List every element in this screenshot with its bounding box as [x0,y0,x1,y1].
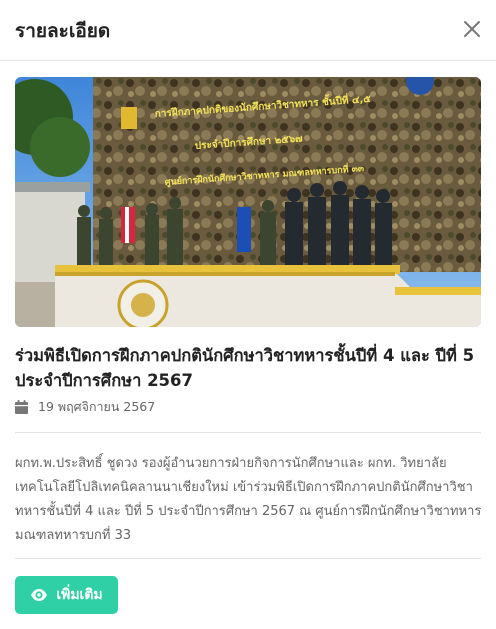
ceremony-photo: การฝึกภาคปกติของนักศึกษาวิชาทหาร ชั้นปีท… [15,77,481,327]
news-description: ผกท.พ.ประสิทธิ์ ชูดวง รองผู้อำนวยการฝ่าย… [15,456,482,543]
modal-title: รายละเอียด [15,20,111,42]
eye-icon [31,589,48,601]
more-button[interactable]: เพิ่มเติม [15,576,118,614]
modal-header: รายละเอียด [0,0,496,61]
news-photo: การฝึกภาคปกติของนักศึกษาวิชาทหาร ชั้นปีท… [15,77,481,327]
detail-modal: รายละเอียด การฝึกภาคปกติของนักศึกษาวิชาท… [0,0,496,629]
news-title: ร่วมพิธีเปิดการฝึกภาคปกตินักศึกษาวิชาทหา… [15,346,475,390]
divider [15,558,481,559]
more-button-label: เพิ่มเติม [56,587,103,603]
close-button[interactable] [460,17,484,41]
close-icon [464,21,480,37]
divider [15,432,481,433]
news-date: 19 พฤศจิกายน 2567 [38,399,156,414]
news-date-row: 19 พฤศจิกายน 2567 [15,398,155,416]
calendar-icon [15,400,28,414]
